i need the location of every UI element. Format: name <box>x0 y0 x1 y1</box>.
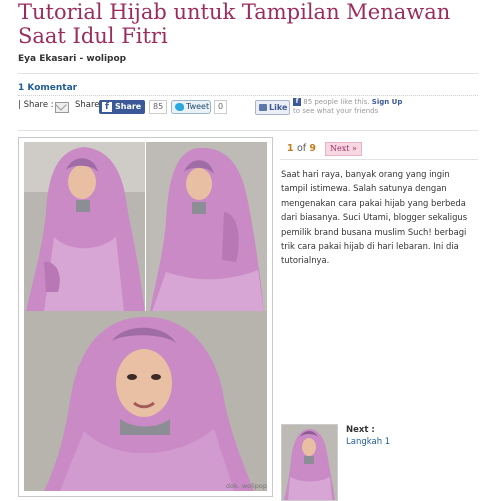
gallery-description: Saat hari raya, banyak orang yang ingin … <box>281 169 468 266</box>
next-page-button[interactable]: Next » <box>325 142 362 156</box>
thumbs-up-icon <box>259 104 267 111</box>
facebook-like-button[interactable]: Like <box>255 100 290 115</box>
facebook-share-count: 85 <box>149 100 168 114</box>
divider <box>18 95 478 96</box>
divider <box>280 159 478 160</box>
tweet-button[interactable]: Tweet <box>171 100 211 114</box>
share-text: Share <box>75 100 100 110</box>
facebook-icon: f <box>102 102 112 112</box>
tweet-label: Tweet <box>186 102 210 111</box>
fb-like-count-text: 85 people like this. <box>303 98 370 106</box>
fb-signup-link[interactable]: Sign Up <box>372 98 403 106</box>
facebook-share-label: Share <box>115 102 142 111</box>
next-step-box: Next : Langkah 1 <box>281 421 481 501</box>
email-icon[interactable] <box>55 102 69 113</box>
share-bar: | Share : Share f Share 85 Tweet 0 Like … <box>18 98 478 118</box>
page-indicator: 1 of 9 <box>287 143 316 154</box>
article-title: Tutorial Hijab untuk Tampilan Menawan Sa… <box>18 0 451 48</box>
page-of-label: of <box>296 143 307 154</box>
hijab-photo-2[interactable] <box>146 142 267 312</box>
photo-credit: dok. wolipop <box>225 482 267 490</box>
hijab-photo-3[interactable] <box>24 311 267 491</box>
next-step-link[interactable]: Langkah 1 <box>346 437 390 447</box>
facebook-share-button[interactable]: f Share <box>99 100 145 114</box>
facebook-social-text: f 85 people like this. Sign Up to see wh… <box>293 98 402 116</box>
facebook-icon: f <box>293 98 301 106</box>
hijab-photo-1[interactable] <box>24 142 145 312</box>
fb-social-text-2: to see what your friends <box>293 107 379 115</box>
current-page: 1 <box>287 143 294 154</box>
twitter-bird-icon <box>175 103 184 111</box>
next-step-thumbnail[interactable] <box>281 424 338 501</box>
tweet-count: 0 <box>214 100 228 114</box>
divider <box>18 130 478 131</box>
gallery-pager: 1 of 9 Next » <box>280 137 478 159</box>
like-label: Like <box>269 103 288 112</box>
divider <box>18 73 478 74</box>
next-step-label: Next : <box>346 425 375 435</box>
article-byline: Eya Ekasari - wolipop <box>18 54 127 64</box>
photo-gallery-frame: dok. wolipop <box>18 137 273 497</box>
total-pages: 9 <box>309 143 317 154</box>
share-label: | Share : <box>18 100 54 110</box>
comments-link[interactable]: 1 Komentar <box>18 83 77 93</box>
